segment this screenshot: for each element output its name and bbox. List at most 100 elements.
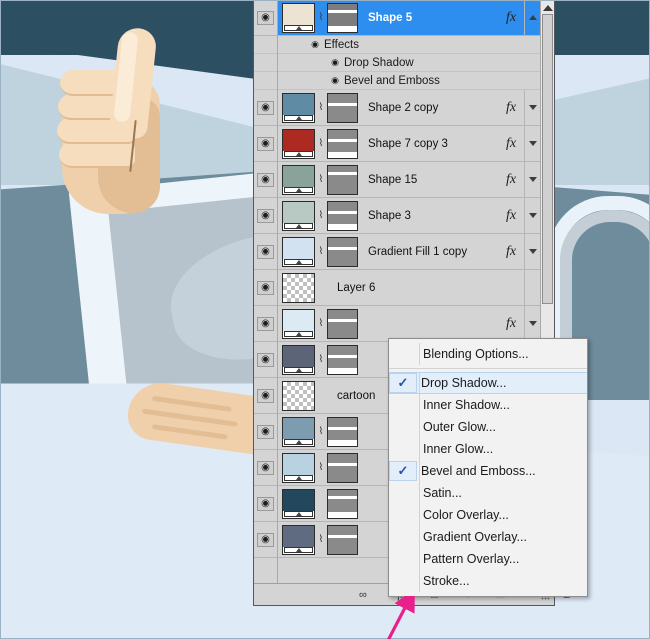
effects-group-row[interactable]: ◉Effects <box>278 36 540 54</box>
layer-thumbnail[interactable] <box>282 93 315 123</box>
chevron-down-icon[interactable] <box>529 177 537 182</box>
layer-thumbnail[interactable] <box>282 381 315 411</box>
chevron-down-icon[interactable] <box>529 105 537 110</box>
layer-effects-fx-icon[interactable]: fx <box>498 172 524 188</box>
eye-icon[interactable]: ◉ <box>257 389 274 403</box>
layer-thumbnail[interactable] <box>282 273 315 303</box>
layer-mask-thumbnail[interactable] <box>327 345 358 375</box>
effect-row[interactable]: ◉Bevel and Emboss <box>278 72 540 90</box>
layer-mask-thumbnail[interactable] <box>327 3 358 33</box>
layer-row[interactable]: ⌇Shape 15fx <box>278 162 540 198</box>
chevron-down-icon[interactable] <box>529 213 537 218</box>
link-icon[interactable]: ⌇ <box>315 102 327 113</box>
eye-icon[interactable]: ◉ <box>257 11 274 25</box>
layer-effects-disclosure[interactable] <box>524 126 540 161</box>
layer-effects-fx-icon[interactable]: fx <box>498 10 524 26</box>
link-icon[interactable]: ⌇ <box>315 426 327 437</box>
layer-mask-thumbnail[interactable] <box>327 489 358 519</box>
chevron-up-icon[interactable] <box>529 15 537 20</box>
layer-thumbnail[interactable] <box>282 129 315 159</box>
eye-icon[interactable]: ◉ <box>257 173 274 187</box>
eye-icon[interactable]: ◉ <box>257 281 274 295</box>
layer-visibility-cell[interactable]: ◉ <box>254 0 277 36</box>
layer-effects-fx-icon[interactable]: fx <box>498 100 524 116</box>
layer-mask-thumbnail[interactable] <box>327 201 358 231</box>
layer-row[interactable]: ⌇Shape 3fx <box>278 198 540 234</box>
menu-item-blending-options[interactable]: Blending Options... <box>389 343 587 365</box>
layer-visibility-cell[interactable]: ◉ <box>254 414 277 450</box>
layer-mask-thumbnail[interactable] <box>327 453 358 483</box>
eye-icon[interactable]: ◉ <box>257 353 274 367</box>
layer-row[interactable]: ⌇Shape 2 copyfx <box>278 90 540 126</box>
link-icon[interactable]: ⌇ <box>315 138 327 149</box>
layer-mask-thumbnail[interactable] <box>327 93 358 123</box>
layer-row[interactable]: ⌇Shape 7 copy 3fx <box>278 126 540 162</box>
layer-visibility-cell[interactable]: ◉ <box>254 342 277 378</box>
layer-visibility-cell[interactable]: ◉ <box>254 450 277 486</box>
layer-thumbnail[interactable] <box>282 201 315 231</box>
eye-icon[interactable]: ◉ <box>257 101 274 115</box>
link-icon[interactable]: ⌇ <box>315 534 327 545</box>
eye-icon[interactable]: ◉ <box>257 245 274 259</box>
layer-visibility-column[interactable]: ◉ ◉ ◉ ◉ ◉ ◉ ◉ ◉ ◉ ◉ ◉ ◉ ◉ ◉ <box>254 0 278 583</box>
layer-row[interactable]: Layer 6 <box>278 270 540 306</box>
layer-effects-disclosure[interactable] <box>524 306 540 341</box>
layer-mask-thumbnail[interactable] <box>327 525 358 555</box>
menu-item-color-overlay[interactable]: Color Overlay... <box>389 504 587 526</box>
layer-thumbnail[interactable] <box>282 417 315 447</box>
layer-effects-disclosure[interactable] <box>524 162 540 197</box>
link-icon[interactable]: ⌇ <box>315 210 327 221</box>
layer-effects-fx-icon[interactable]: fx <box>498 316 524 332</box>
eye-icon[interactable]: ◉ <box>257 497 274 511</box>
eye-icon[interactable]: ◉ <box>257 317 274 331</box>
layer-styles-context-menu[interactable]: Blending Options...✓Drop Shadow...Inner … <box>388 338 588 597</box>
layer-effects-fx-icon[interactable]: fx <box>498 244 524 260</box>
layer-visibility-cell[interactable]: ◉ <box>254 90 277 126</box>
layer-effects-disclosure[interactable] <box>524 270 540 305</box>
layer-visibility-cell[interactable]: ◉ <box>254 378 277 414</box>
layer-visibility-cell[interactable]: ◉ <box>254 234 277 270</box>
menu-item-satin[interactable]: Satin... <box>389 482 587 504</box>
chevron-down-icon[interactable] <box>529 321 537 326</box>
eye-icon[interactable]: ◉ <box>326 75 344 86</box>
chevron-down-icon[interactable] <box>529 249 537 254</box>
layer-thumbnail[interactable] <box>282 453 315 483</box>
eye-icon[interactable]: ◉ <box>257 533 274 547</box>
layer-effects-disclosure[interactable] <box>524 90 540 125</box>
layer-thumbnail[interactable] <box>282 345 315 375</box>
layer-visibility-cell[interactable]: ◉ <box>254 486 277 522</box>
scrollbar-thumb[interactable] <box>542 14 553 304</box>
layer-row[interactable]: ⌇fx <box>278 306 540 342</box>
layer-thumbnail[interactable] <box>282 489 315 519</box>
layer-visibility-cell[interactable]: ◉ <box>254 198 277 234</box>
link-icon[interactable]: ⌇ <box>315 462 327 473</box>
layer-effects-disclosure[interactable] <box>524 0 540 35</box>
menu-item-pattern-overlay[interactable]: Pattern Overlay... <box>389 548 587 570</box>
scroll-up-arrow-icon[interactable] <box>543 5 553 11</box>
layer-visibility-cell[interactable]: ◉ <box>254 522 277 558</box>
layer-mask-thumbnail[interactable] <box>327 165 358 195</box>
menu-item-bevel-and-emboss[interactable]: ✓Bevel and Emboss... <box>389 460 587 482</box>
menu-item-outer-glow[interactable]: Outer Glow... <box>389 416 587 438</box>
layer-thumbnail[interactable] <box>282 237 315 267</box>
link-icon[interactable]: ⌇ <box>315 246 327 257</box>
link-icon[interactable]: ⌇ <box>315 354 327 365</box>
eye-icon[interactable]: ◉ <box>257 425 274 439</box>
link-icon[interactable]: ⌇ <box>315 12 327 23</box>
layer-effects-disclosure[interactable] <box>524 198 540 233</box>
layer-mask-thumbnail[interactable] <box>327 309 358 339</box>
layer-thumbnail[interactable] <box>282 165 315 195</box>
layer-effects-fx-icon[interactable]: fx <box>498 208 524 224</box>
layer-thumbnail[interactable] <box>282 525 315 555</box>
eye-icon[interactable]: ◉ <box>257 137 274 151</box>
layer-mask-thumbnail[interactable] <box>327 417 358 447</box>
layer-visibility-cell[interactable]: ◉ <box>254 126 277 162</box>
eye-icon[interactable]: ◉ <box>326 57 344 68</box>
layer-visibility-cell[interactable]: ◉ <box>254 270 277 306</box>
layer-row[interactable]: ⌇Gradient Fill 1 copyfx <box>278 234 540 270</box>
layer-row[interactable]: ⌇Shape 5fx <box>278 0 540 36</box>
layer-thumbnail[interactable] <box>282 309 315 339</box>
layer-visibility-cell[interactable]: ◉ <box>254 306 277 342</box>
layer-effects-fx-icon[interactable]: fx <box>498 136 524 152</box>
eye-icon[interactable]: ◉ <box>257 209 274 223</box>
